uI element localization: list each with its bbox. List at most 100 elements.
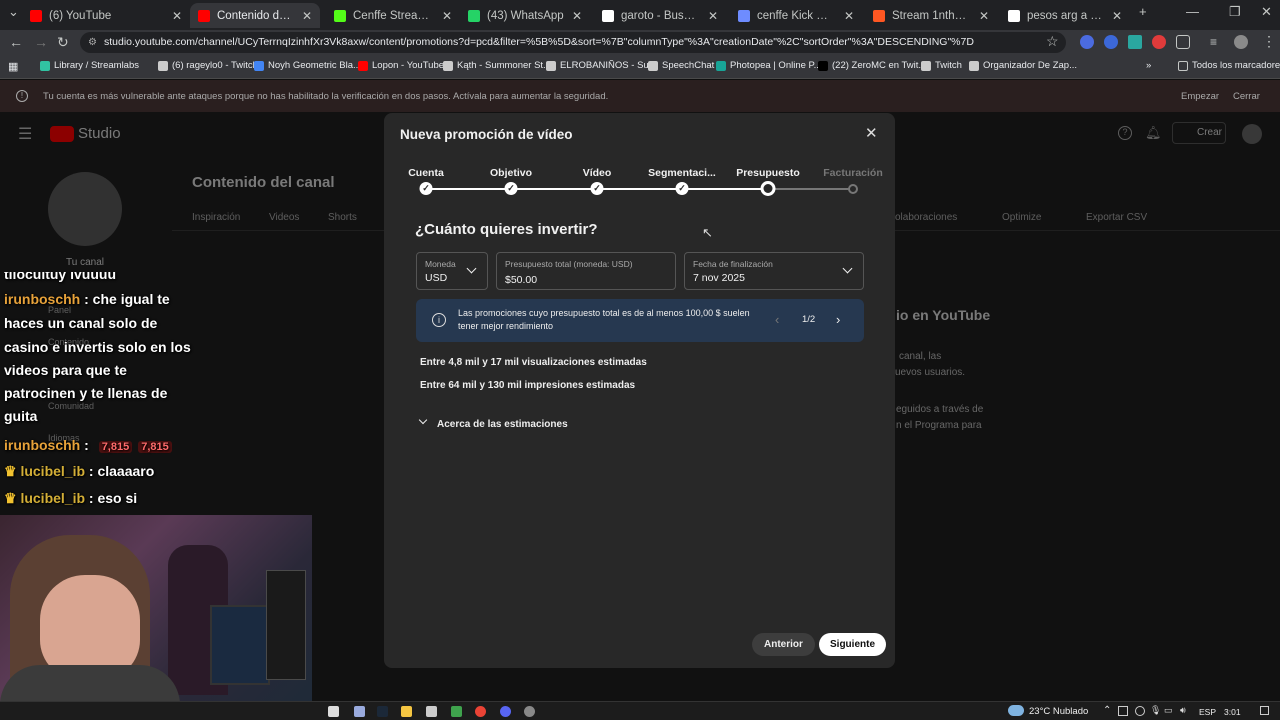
tray-overflow-icon[interactable]: ⌃: [1103, 705, 1111, 716]
bookmark-label: Organizador De Zap...: [983, 60, 1077, 71]
steam-icon[interactable]: [377, 706, 388, 717]
bookmark-item[interactable]: (6) rageylo0 - Twitch: [158, 60, 258, 71]
chat-message: haces un canal solo de: [4, 315, 157, 331]
bookmark-item[interactable]: Noyh Geometric Bla...: [254, 60, 361, 71]
close-icon[interactable]: ✕: [865, 124, 878, 142]
end-date-select[interactable]: Fecha de finalización 7 nov 2025: [684, 252, 864, 290]
budget-input[interactable]: Presupuesto total (moneda: USD) $50.00: [496, 252, 676, 290]
extensions-puzzle-icon[interactable]: [1176, 35, 1190, 49]
close-tab-icon[interactable]: ✕: [442, 9, 452, 23]
profile-avatar[interactable]: [1234, 35, 1248, 49]
browser-tab[interactable]: Contenido del canal - YouTube Studio ✕: [190, 3, 320, 28]
bookmark-item[interactable]: Organizador De Zap...: [969, 60, 1077, 71]
close-tab-icon[interactable]: ✕: [302, 9, 312, 23]
close-tab-icon[interactable]: ✕: [708, 9, 718, 23]
minimize-icon[interactable]: —: [1186, 4, 1199, 19]
close-tab-icon[interactable]: ✕: [572, 9, 582, 23]
new-tab-button[interactable]: +: [1139, 4, 1147, 19]
currency-select[interactable]: Moneda USD: [416, 252, 488, 290]
close-tab-icon[interactable]: ✕: [979, 9, 989, 23]
bookmark-label: Lopon - YouTube: [372, 60, 445, 71]
next-button[interactable]: Siguiente: [819, 633, 887, 656]
extension-icon[interactable]: [1128, 35, 1142, 49]
tab-title: garoto - Buscar con Google: [621, 9, 700, 22]
start-2fa-button[interactable]: Empezar: [1181, 91, 1219, 102]
bookmark-item[interactable]: Library / Streamlabs: [40, 60, 139, 71]
chat-text: haces un canal solo de: [4, 315, 158, 331]
chat-text: : claaaaro: [85, 463, 155, 479]
extension-icon[interactable]: [1104, 35, 1118, 49]
close-window-icon[interactable]: ✕: [1261, 4, 1272, 20]
menu-kebab-icon[interactable]: ⋮: [1262, 33, 1276, 50]
app-icon[interactable]: [451, 706, 462, 717]
browser-tab[interactable]: (6) YouTube ✕: [22, 3, 190, 28]
app-icon[interactable]: [426, 706, 437, 717]
chat-username: lucibel_ib: [20, 463, 86, 479]
bookmark-item[interactable]: Twitch: [921, 60, 962, 71]
bookmark-item[interactable]: ELROBANIÑOS - Su...: [546, 60, 657, 71]
forward-icon[interactable]: →: [34, 34, 48, 50]
step-label: Vídeo: [582, 167, 612, 179]
network-icon[interactable]: ▭: [1164, 705, 1173, 716]
tray-app-icon[interactable]: [1135, 706, 1145, 716]
browser-tab[interactable]: Stream 1nthef0rme | List ✕: [865, 3, 997, 28]
bookmark-star-icon[interactable]: ☆: [1046, 33, 1059, 50]
end-date-value: 7 nov 2025: [693, 272, 745, 284]
clock[interactable]: 3:01: [1224, 707, 1241, 717]
chrome-icon[interactable]: [475, 706, 486, 717]
tray-app-icon[interactable]: [1118, 706, 1128, 716]
bookmark-favicon-icon: [254, 60, 264, 71]
about-estimates-toggle[interactable]: Acerca de las estimaciones: [437, 419, 568, 430]
bookmark-label: ELROBANIÑOS - Su...: [560, 60, 657, 71]
weather-text[interactable]: 23°C Nublado: [1029, 706, 1088, 717]
browser-tab[interactable]: garoto - Buscar con Google ✕: [594, 3, 726, 28]
close-tab-icon[interactable]: ✕: [844, 9, 854, 23]
bookmarks-overflow-icon[interactable]: »: [1146, 60, 1151, 71]
chat-message: ♛ lucibel_ib : eso si: [4, 490, 137, 507]
address-bar[interactable]: ⚙ studio.youtube.com/channel/UCyTerrnqIz…: [80, 32, 1066, 53]
bookmark-item[interactable]: SpeechChat: [648, 60, 714, 71]
reload-icon[interactable]: ↻: [57, 34, 69, 51]
extension-icon[interactable]: [1080, 35, 1094, 49]
obs-icon[interactable]: [524, 706, 535, 717]
dialog-title: Nueva promoción de vídeo: [400, 127, 573, 142]
close-tab-icon[interactable]: ✕: [172, 9, 182, 23]
browser-tab[interactable]: cenffe Kick Ranking - Stats ✕: [730, 3, 862, 28]
microphone-icon[interactable]: 🎙︎: [1150, 705, 1161, 716]
tab-search-icon[interactable]: ⌄: [8, 4, 19, 20]
chat-message: casino e invertis solo en los: [4, 339, 191, 355]
browser-tab[interactable]: pesos arg a dolares - Buscar ✕: [1000, 3, 1130, 28]
reading-list-icon[interactable]: ≡: [1210, 35, 1224, 49]
start-icon[interactable]: [328, 706, 339, 717]
extension-icon[interactable]: [1152, 35, 1166, 49]
bookmark-item[interactable]: Lopon - YouTube: [358, 60, 444, 71]
back-button[interactable]: Anterior: [752, 633, 815, 656]
all-bookmarks-folder[interactable]: Todos los marcadores: [1178, 60, 1280, 71]
site-info-icon[interactable]: ⚙: [88, 32, 97, 53]
back-icon[interactable]: ←: [9, 34, 23, 50]
file-explorer-icon[interactable]: [401, 706, 412, 717]
browser-tab[interactable]: Cenffe Stream - Watch Live ✕: [326, 3, 460, 28]
restore-icon[interactable]: ❐: [1229, 4, 1241, 20]
apps-grid-icon[interactable]: ▦: [8, 60, 18, 73]
browser-tab[interactable]: (43) WhatsApp ✕: [460, 3, 590, 28]
previous-tip-icon[interactable]: ‹: [775, 312, 779, 327]
chat-message: patrocinen y te llenas de: [4, 385, 167, 401]
dismiss-banner-button[interactable]: Cerrar: [1233, 91, 1260, 102]
bookmark-favicon-icon: [443, 60, 453, 71]
chat-gift-badge: 7,815: [98, 441, 133, 453]
task-view-icon[interactable]: [354, 706, 365, 717]
chevron-down-icon: [842, 263, 853, 274]
close-tab-icon[interactable]: ✕: [1112, 9, 1122, 23]
chevron-down-icon[interactable]: [418, 415, 428, 425]
next-tip-icon[interactable]: ›: [836, 312, 840, 327]
bookmark-item[interactable]: (22) ZeroMC en Twit...: [818, 60, 926, 71]
step-done-check-icon: ✓: [590, 182, 604, 195]
notifications-icon[interactable]: [1260, 706, 1269, 715]
volume-icon[interactable]: 🔊︎: [1180, 705, 1186, 716]
language-indicator[interactable]: ESP: [1199, 707, 1216, 717]
discord-icon[interactable]: [500, 706, 511, 717]
bookmark-item[interactable]: Kąth - Summoner St...: [443, 60, 551, 71]
currency-label: Moneda: [425, 259, 456, 269]
bookmark-item[interactable]: Photopea | Online P...: [716, 60, 822, 71]
